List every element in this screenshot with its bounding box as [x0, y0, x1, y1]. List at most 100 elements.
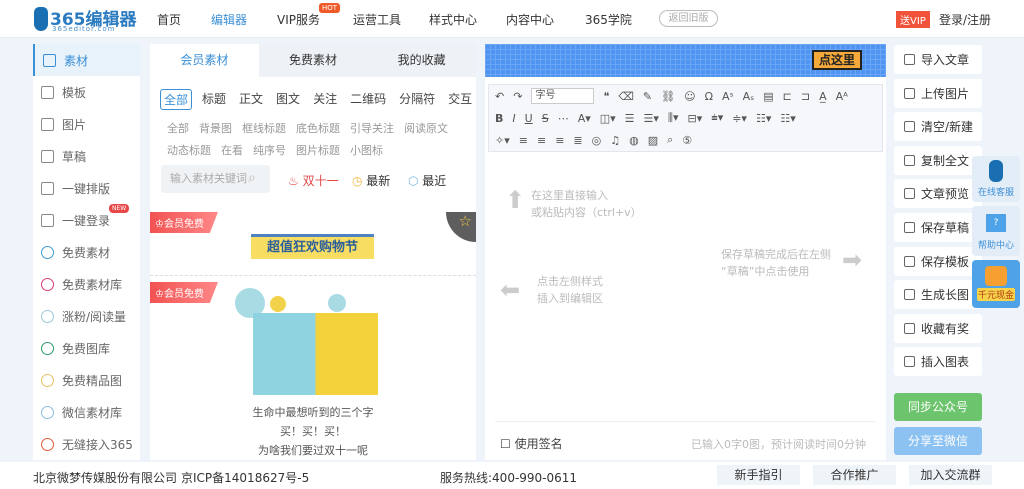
logo[interactable]: 365编辑器 365editor.com — [34, 5, 144, 33]
table-icon[interactable]: ⊟▾ — [688, 112, 703, 125]
action-button[interactable]: 复制全文 — [894, 145, 982, 175]
share-wechat-button[interactable]: 分享至微信 — [894, 427, 982, 455]
sync-wechat-button[interactable]: 同步公众号 — [894, 393, 982, 421]
sidebar-item[interactable]: 一键排版 — [33, 172, 140, 204]
subcategory-link[interactable]: 背景图 — [199, 122, 232, 135]
subcategory-link[interactable]: 在看 — [221, 144, 243, 157]
link-icon[interactable]: ⛓ — [661, 90, 675, 103]
help-center-button[interactable]: ? 帮助中心 — [972, 206, 1020, 256]
tab-member-materials[interactable]: 会员素材 — [150, 44, 259, 77]
font-color-icon[interactable]: A▾ — [578, 112, 591, 125]
sidebar-item[interactable]: 图片 — [33, 108, 140, 140]
bold-icon[interactable]: B — [495, 112, 503, 125]
quote-icon[interactable]: ❝ — [603, 90, 609, 103]
filter-double11[interactable]: ♨ 双十一 — [288, 172, 339, 189]
subcategory-link[interactable]: 纯序号 — [253, 144, 286, 157]
sidebar-item[interactable]: 免费素材 — [33, 236, 140, 268]
column-icon[interactable]: ⫼▾ — [668, 111, 679, 125]
action-button[interactable]: 保存草稿 — [894, 213, 982, 242]
cash-reward-button[interactable]: 千元现金 — [972, 260, 1020, 308]
sidebar-item[interactable]: 免费精品图 — [33, 364, 140, 396]
palette-icon[interactable]: ◍ — [629, 134, 639, 147]
join-group-button[interactable]: 加入交流群 — [909, 465, 992, 485]
category-tab[interactable]: 关注 — [310, 89, 340, 110]
undo-icon[interactable]: ↶ — [495, 90, 504, 103]
sidebar-item[interactable]: 一键登录 NEW — [33, 204, 140, 236]
sidebar-item[interactable]: 涨粉/阅读量 — [33, 300, 140, 332]
partnership-button[interactable]: 合作推广 — [813, 465, 896, 485]
action-button[interactable]: 文章预览 — [894, 179, 982, 209]
align-right-icon[interactable]: ≡ — [555, 134, 564, 147]
magic-wand-icon[interactable]: ✧▾ — [495, 134, 510, 147]
nav-tools[interactable]: 运营工具 — [353, 11, 401, 28]
nav-academy[interactable]: 365学院 — [585, 11, 632, 28]
indent-icon[interactable]: ☰ — [625, 112, 635, 125]
action-button[interactable]: 上传图片 — [894, 78, 982, 108]
sidebar-item[interactable]: 草稿 — [33, 140, 140, 172]
underline-icon[interactable]: U — [525, 112, 533, 125]
material-card[interactable]: ♔会员免费 ☆ 超值狂欢购物节 — [150, 212, 476, 276]
paste-icon[interactable]: ▤ — [763, 90, 773, 103]
nav-content[interactable]: 内容中心 — [506, 11, 554, 28]
editor-banner[interactable]: 点这里 — [485, 44, 886, 77]
video-icon[interactable]: ◎ — [592, 134, 602, 147]
search-icon[interactable]: ⌕ — [248, 170, 256, 186]
sidebar-item[interactable]: 无缝接入365 — [33, 428, 140, 460]
subscript-icon[interactable]: Aₛ — [743, 90, 755, 103]
vip-badge[interactable]: 送VIP — [896, 11, 930, 28]
letter-spacing-icon[interactable]: A̲ — [819, 90, 827, 103]
category-tab[interactable]: 二维码 — [347, 89, 389, 110]
sidebar-item[interactable]: 免费素材库 — [33, 268, 140, 300]
indent-right-icon[interactable]: ⊐ — [801, 90, 810, 103]
click-here-button[interactable]: 点这里 — [812, 50, 862, 70]
online-service-button[interactable]: 在线客服 — [972, 156, 1020, 202]
justify-icon[interactable]: ≣ — [573, 134, 582, 147]
image-insert-icon[interactable]: ▨ — [648, 134, 658, 147]
music-icon[interactable]: ♫ — [610, 134, 620, 147]
align-left-icon[interactable]: ≡ — [519, 134, 528, 147]
subcategory-link[interactable]: 阅读原文 — [404, 122, 448, 135]
favorite-star-icon[interactable]: ☆ — [446, 212, 476, 242]
subcategory-link[interactable]: 图片标题 — [296, 144, 340, 157]
eraser-icon[interactable]: ⌫ — [618, 90, 634, 103]
html5-icon[interactable]: ⑤ — [682, 134, 692, 147]
category-tab[interactable]: 图文 — [273, 89, 303, 110]
tab-favorites[interactable]: 我的收藏 — [367, 44, 476, 77]
sidebar-item[interactable]: 免费图库 — [33, 332, 140, 364]
sidebar-item[interactable]: 微信素材库 — [33, 396, 140, 428]
redo-icon[interactable]: ↷ — [513, 90, 522, 103]
spacing-before-icon[interactable]: ⩧▾ — [711, 111, 723, 125]
beginner-guide-button[interactable]: 新手指引 — [717, 465, 800, 485]
subcategory-link[interactable]: 全部 — [167, 122, 189, 135]
subcategory-link[interactable]: 引导关注 — [350, 122, 394, 135]
subcategory-link[interactable]: 小图标 — [350, 144, 383, 157]
use-signature-button[interactable]: ☐ 使用签名 — [500, 435, 563, 452]
category-tab[interactable]: 全部 — [160, 89, 193, 110]
subcategory-link[interactable]: 底色标题 — [296, 122, 340, 135]
hr-icon[interactable]: ⋯ — [558, 112, 569, 125]
emoji-icon[interactable]: ☺ — [684, 90, 695, 103]
action-button[interactable]: 清空/新建 — [894, 112, 982, 142]
category-tab[interactable]: 正文 — [236, 89, 266, 110]
omega-icon[interactable]: Ω — [705, 90, 713, 103]
nav-editor[interactable]: 编辑器 — [211, 11, 247, 28]
action-button[interactable]: 生成长图 — [894, 280, 982, 310]
indent-left-icon[interactable]: ⊏ — [783, 90, 792, 103]
text-case-icon[interactable]: Aᴬ — [836, 90, 848, 103]
brush-icon[interactable]: ✎ — [643, 90, 652, 103]
font-size-select[interactable]: 字号 — [531, 88, 595, 104]
line-height-icon[interactable]: ☰▾ — [644, 112, 659, 125]
action-button[interactable]: 插入图表 — [894, 347, 982, 377]
category-tab[interactable]: 分隔符 — [396, 89, 438, 110]
nav-home[interactable]: 首页 — [157, 11, 181, 28]
search-replace-icon[interactable]: ⌕ — [667, 133, 673, 147]
action-button[interactable]: 收藏有奖 — [894, 313, 982, 343]
spacing-after-icon[interactable]: ≑▾ — [732, 112, 747, 125]
italic-icon[interactable]: I — [512, 112, 515, 125]
bg-color-icon[interactable]: ◫▾ — [600, 112, 616, 125]
material-card[interactable]: ♔会员免费 生命中最想听到的三个字 买！买！买！ 为啥我们要过双十一呢 — [150, 280, 476, 460]
category-tab[interactable]: 交互 — [445, 89, 475, 110]
superscript-icon[interactable]: Aˢ — [722, 90, 734, 103]
sidebar-item[interactable]: 素材 — [33, 44, 140, 76]
subcategory-link[interactable]: 框线标题 — [242, 122, 286, 135]
